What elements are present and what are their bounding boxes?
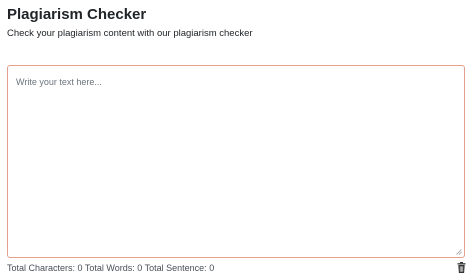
plagiarism-checker-page: Plagiarism Checker Check your plagiarism…: [0, 0, 474, 273]
characters-label: Total Characters:: [7, 263, 76, 273]
resize-grip-icon[interactable]: [456, 249, 462, 255]
text-stats: Total Characters: 0 Total Words: 0 Total…: [7, 263, 214, 273]
words-count: 0: [137, 263, 143, 273]
sentences-count: 0: [209, 263, 215, 273]
text-input[interactable]: [8, 66, 464, 257]
page-subtitle: Check your plagiarism content with our p…: [7, 28, 253, 39]
characters-count: 0: [77, 263, 83, 273]
page-title: Plagiarism Checker: [7, 6, 147, 23]
sentences-label: Total Sentence:: [144, 263, 207, 273]
trash-icon[interactable]: [457, 262, 466, 273]
words-label: Total Words:: [84, 263, 135, 273]
text-editor-box: [7, 65, 465, 258]
